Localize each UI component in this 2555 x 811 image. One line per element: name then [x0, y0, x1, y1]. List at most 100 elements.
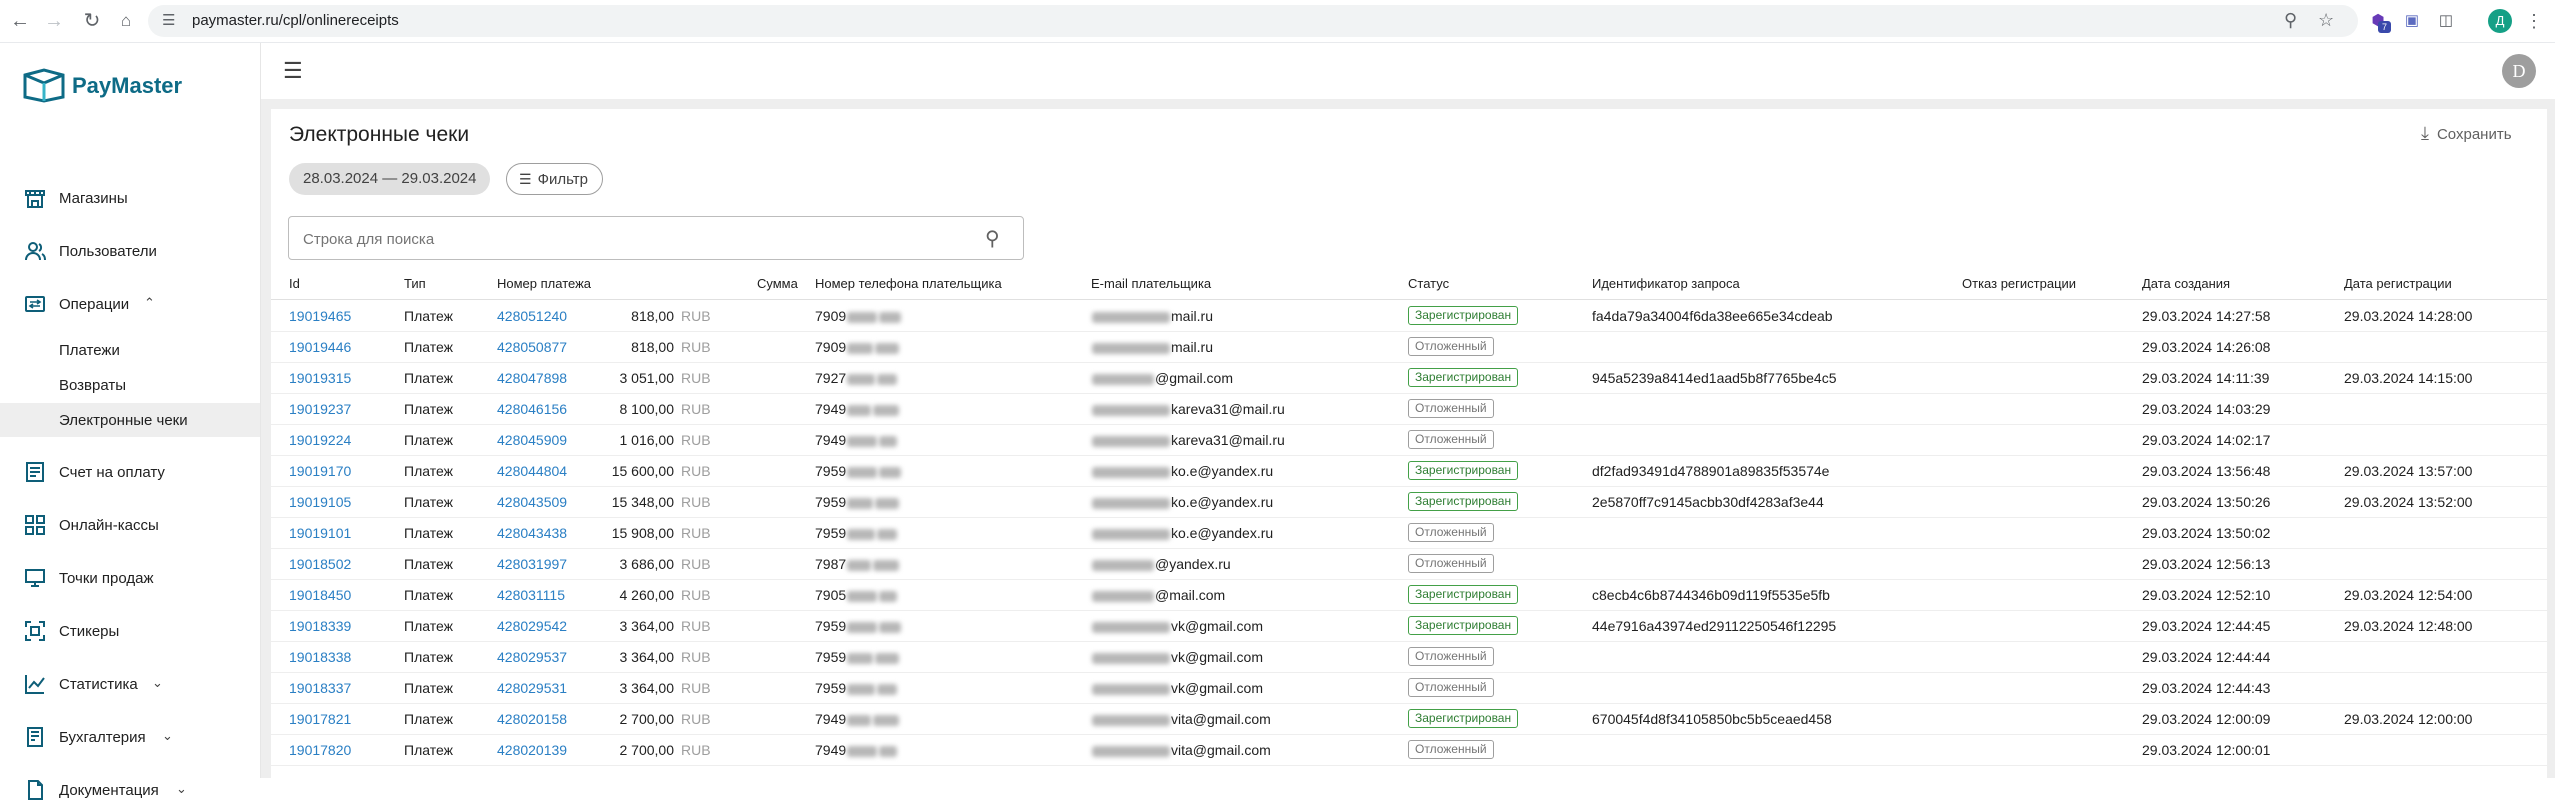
payment-number-link[interactable]: 428029537 [497, 649, 567, 665]
receipt-id-link[interactable]: 19019446 [289, 339, 351, 355]
user-avatar[interactable]: D [2502, 54, 2536, 88]
receipt-id-link[interactable]: 19017821 [289, 711, 351, 727]
sidebar-item-accounting[interactable]: Бухгалтерия ⌄ [0, 718, 260, 758]
col-header-phone[interactable]: Номер телефона плательщика [815, 276, 1002, 291]
table-row[interactable]: 19019465 Платеж 428051240 818,00 RUB 7909 mail… [271, 300, 2547, 332]
receipt-id-link[interactable]: 19018450 [289, 587, 351, 603]
sidebar-item-pos[interactable]: Точки продаж [0, 559, 260, 599]
receipt-id-link[interactable]: 19019315 [289, 370, 351, 386]
payment-number-link[interactable]: 428047898 [497, 370, 567, 386]
extensions-puzzle-icon[interactable]: ◫ [2436, 11, 2456, 31]
site-info-icon[interactable]: ☰ [162, 11, 175, 29]
table-row[interactable]: 19019237 Платеж 428046156 8 100,00 RUB 7949 ka… [271, 393, 2547, 425]
payment-number-link[interactable]: 428031115 [497, 587, 565, 603]
receipt-id-link[interactable]: 19019237 [289, 401, 351, 417]
table-row[interactable]: 19019101 Платеж 428043438 15 908,00 RUB 7959 k… [271, 517, 2547, 549]
table-row[interactable]: 19017821 Платеж 428020158 2 700,00 RUB 7949 vi… [271, 703, 2547, 735]
payment-number-link[interactable]: 428020139 [497, 742, 567, 758]
table-row[interactable]: 19019105 Платеж 428043509 15 348,00 RUB 7959 k… [271, 486, 2547, 518]
table-row[interactable]: 19019446 Платеж 428050877 818,00 RUB 7909 mail… [271, 331, 2547, 363]
chevron-down-icon[interactable]: ⌄ [176, 781, 187, 797]
sidebar-item-operations[interactable]: Операции ⌃ [0, 285, 260, 325]
sidebar-item-documentation[interactable]: Документация ⌄ [0, 771, 260, 811]
address-bar[interactable]: ☰ paymaster.ru/cpl/onlinereceipts ⚲ ☆ [148, 5, 2358, 37]
payment-number-link[interactable]: 428050877 [497, 339, 567, 355]
sidebar-subitem-payments[interactable]: Платежи [0, 333, 260, 367]
payment-number-link[interactable]: 428044804 [497, 463, 567, 479]
payment-number-link[interactable]: 428046156 [497, 401, 567, 417]
sidebar-item-shops[interactable]: Магазины [0, 179, 260, 219]
sidebar-item-users[interactable]: Пользователи [0, 232, 260, 272]
table-row[interactable]: 19018450 Платеж 428031115 4 260,00 RUB 7905 @m… [271, 579, 2547, 611]
table-row[interactable]: 19018338 Платеж 428029537 3 364,00 RUB 7959 vk… [271, 641, 2547, 673]
table-row[interactable]: 19018337 Платеж 428029531 3 364,00 RUB 7959 vk… [271, 672, 2547, 704]
search-icon[interactable]: ⚲ [985, 226, 1000, 251]
sidebar-item-statistics[interactable]: Статистика ⌄ [0, 665, 260, 705]
chevron-up-icon[interactable]: ⌃ [144, 295, 155, 311]
bookmark-star-icon[interactable]: ☆ [2318, 10, 2334, 31]
receipt-id-link[interactable]: 19018339 [289, 618, 351, 634]
payment-number-link[interactable]: 428031997 [497, 556, 567, 572]
table-row[interactable]: 19017820 Платеж 428020139 2 700,00 RUB 7949 vi… [271, 734, 2547, 766]
payment-number-link[interactable]: 428029542 [497, 618, 567, 634]
sidebar-item-stickers[interactable]: Стикеры [0, 612, 260, 652]
back-icon[interactable]: ← [8, 9, 32, 33]
receipt-id-link[interactable]: 19018502 [289, 556, 351, 572]
home-icon[interactable]: ⌂ [114, 9, 138, 33]
chevron-down-icon[interactable]: ⌄ [162, 728, 173, 744]
payment-number-link[interactable]: 428029531 [497, 680, 567, 696]
table-row[interactable]: 19019315 Платеж 428047898 3 051,00 RUB 7927 @g… [271, 362, 2547, 394]
receipt-id-link[interactable]: 19017820 [289, 742, 351, 758]
sidebar-item-cashboxes[interactable]: Онлайн-кассы [0, 506, 260, 546]
filter-button[interactable]: ☰ Фильтр [506, 163, 603, 195]
payment-number-link[interactable]: 428045909 [497, 432, 567, 448]
col-header-created[interactable]: Дата создания [2142, 276, 2230, 291]
filter-icon: ☰ [519, 171, 532, 187]
date-range-chip[interactable]: 28.03.2024 — 29.03.2024 [289, 163, 491, 195]
receipt-id-link[interactable]: 19018337 [289, 680, 351, 696]
receipt-id-link[interactable]: 19019170 [289, 463, 351, 479]
receipt-id-link[interactable]: 19019465 [289, 308, 351, 324]
sidebar-subitem-receipts[interactable]: Электронные чеки [0, 403, 260, 437]
table-row[interactable]: 19018502 Платеж 428031997 3 686,00 RUB 7987 @y… [271, 548, 2547, 580]
status-badge: Зарегистрирован [1408, 616, 1519, 635]
extension-translate-icon[interactable]: ▣ [2402, 11, 2422, 31]
sidebar-subitem-refunds[interactable]: Возвраты [0, 368, 260, 402]
col-header-amount[interactable]: Сумма [757, 276, 798, 291]
page-title: Электронные чеки [289, 123, 470, 146]
redacted-text [879, 590, 898, 602]
payment-number-link[interactable]: 428051240 [497, 308, 567, 324]
forward-icon[interactable]: → [42, 9, 66, 33]
receipt-id-link[interactable]: 19019105 [289, 494, 351, 510]
col-header-email[interactable]: E-mail плательщика [1091, 276, 1211, 291]
table-row[interactable]: 19019170 Платеж 428044804 15 600,00 RUB 7959 k… [271, 455, 2547, 487]
sidebar-item-invoice[interactable]: Счет на оплату [0, 453, 260, 493]
payment-number-link[interactable]: 428043509 [497, 494, 567, 510]
receipt-id-link[interactable]: 19019101 [289, 525, 351, 541]
zoom-icon[interactable]: ⚲ [2284, 10, 2297, 31]
save-button[interactable]: ⤓ Сохранить [2421, 123, 2512, 151]
search-input[interactable] [301, 227, 965, 251]
browser-profile-avatar[interactable]: Д [2488, 9, 2512, 33]
chevron-down-icon[interactable]: ⌄ [152, 675, 163, 691]
reload-icon[interactable]: ↻ [80, 9, 104, 33]
col-header-payment[interactable]: Номер платежа [497, 276, 591, 291]
payer-email: vita@gmail.com [1091, 711, 1271, 727]
status-badge: Отложенный [1408, 740, 1494, 759]
payment-number-link[interactable]: 428020158 [497, 711, 567, 727]
menu-toggle-icon[interactable]: ☰ [283, 60, 303, 82]
sidebar-item-label: Документация [59, 782, 159, 799]
browser-menu-icon[interactable]: ⋮ [2522, 9, 2546, 33]
col-header-rejection[interactable]: Отказ регистрации [1962, 276, 2076, 291]
table-row[interactable]: 19018339 Платеж 428029542 3 364,00 RUB 7959 vk… [271, 610, 2547, 642]
url-text[interactable]: paymaster.ru/cpl/onlinereceipts [192, 12, 399, 29]
receipt-id-link[interactable]: 19019224 [289, 432, 351, 448]
col-header-id[interactable]: Id [289, 276, 300, 291]
col-header-registered[interactable]: Дата регистрации [2344, 276, 2452, 291]
receipt-id-link[interactable]: 19018338 [289, 649, 351, 665]
col-header-status[interactable]: Статус [1408, 276, 1449, 291]
col-header-request-id[interactable]: Идентификатор запроса [1592, 276, 1740, 291]
table-row[interactable]: 19019224 Платеж 428045909 1 016,00 RUB 7949 ka… [271, 424, 2547, 456]
payment-number-link[interactable]: 428043438 [497, 525, 567, 541]
col-header-type[interactable]: Тип [404, 276, 426, 291]
